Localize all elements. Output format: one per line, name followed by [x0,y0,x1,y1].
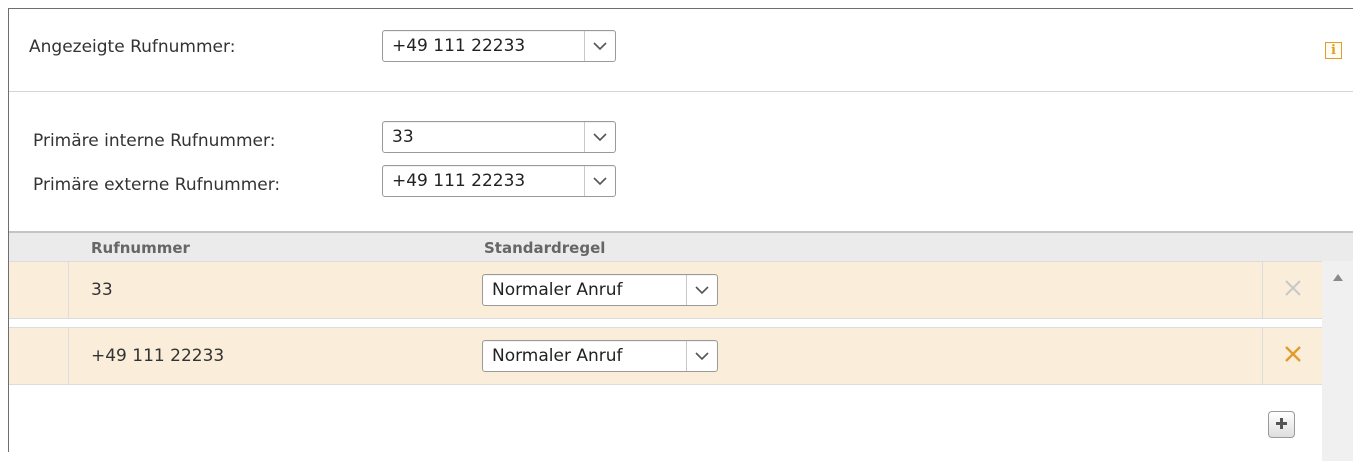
phone-number-settings-panel: Angezeigte Rufnummer: +49 111 22233 i Pr… [8,8,1353,461]
column-header-number: Rufnummer [91,239,190,257]
table-row: 33 Normaler Anruf [9,261,1322,319]
displayed-number-select[interactable]: +49 111 22233 [382,30,616,62]
row-number: 33 [91,280,113,300]
table-header: Rufnummer Standardregel [9,231,1353,261]
rule-select[interactable]: Normaler Anruf [482,274,718,306]
delete-row-button[interactable] [1262,262,1322,318]
primary-external-select[interactable]: +49 111 22233 [382,165,616,197]
table-row: +49 111 22233 Normaler Anruf [9,327,1322,385]
delete-row-button[interactable] [1262,328,1322,384]
plus-icon [1275,415,1288,435]
section-divider [9,91,1353,92]
column-header-rule: Standardregel [484,239,606,257]
chevron-down-icon [584,31,615,61]
rule-select-value: Normaler Anruf [492,280,623,300]
primary-internal-value: 33 [392,127,414,147]
info-icon[interactable]: i [1325,42,1342,59]
primary-external-label: Primäre externe Rufnummer: [33,175,281,195]
primary-internal-label: Primäre interne Rufnummer: [33,131,276,151]
row-handle [9,262,69,318]
displayed-number-value: +49 111 22233 [392,36,526,56]
chevron-down-icon [584,122,615,152]
caret-up-icon[interactable] [1322,261,1353,293]
chevron-down-icon [584,166,615,196]
close-icon [1284,279,1302,302]
add-number-button[interactable] [1268,411,1295,438]
chevron-down-icon [686,341,717,371]
displayed-number-label: Angezeigte Rufnummer: [29,37,236,57]
rule-select-value: Normaler Anruf [492,346,623,366]
chevron-down-icon [686,275,717,305]
row-number: +49 111 22233 [91,346,225,366]
row-handle [9,328,69,384]
close-icon [1284,345,1302,368]
table-scrollbar[interactable] [1322,261,1353,461]
rule-select[interactable]: Normaler Anruf [482,340,718,372]
primary-internal-select[interactable]: 33 [382,121,616,153]
primary-external-value: +49 111 22233 [392,171,526,191]
